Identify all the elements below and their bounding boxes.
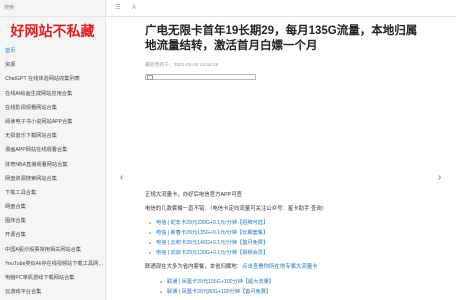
unicom-item-1[interactable]: 联通 | 凤凰卡29元155G+100分钟【超大流量】 xyxy=(160,279,274,286)
sidebar-item-video[interactable]: 在线影视观看网站合集 xyxy=(0,101,105,115)
sidebar-item-netdisk[interactable]: 网盘合集 xyxy=(0,200,105,214)
telecom-item-3[interactable]: 电信 | 云积卡29元140G+0.1元/分钟【首月免费】 xyxy=(149,240,268,247)
article-meta: 最后更新于：2023-02-04 16:55:49 xyxy=(145,63,219,68)
telecom-item-1[interactable]: 电信 | 蛇年卡29元230G+0.1元/分钟【招牌可选】 xyxy=(149,220,268,227)
sidebar-item-comics[interactable]: 漫画APP网站在线观看合集 xyxy=(0,143,105,157)
sidebar-item-resources[interactable]: 资源 xyxy=(0,58,105,72)
paragraph-3-text: 联通现在大多为省内套餐，本省归属地： xyxy=(145,264,243,270)
paragraph-2: 电信的几款套餐一直不错：（电信卡定向流量可关注公众号：星卡助手 查询） xyxy=(145,206,328,212)
sidebar-item-image-hosting[interactable]: 图床合集 xyxy=(0,214,105,228)
prev-arrow-icon[interactable]: ‹ xyxy=(120,172,123,183)
site-logo[interactable]: 好网站不私藏 xyxy=(0,24,105,38)
article: 广电无限卡首年19长期29，每月135G流量，本地归属地流量结转，激活首月白嫖一… xyxy=(145,24,425,80)
sidebar-item-ai-drawing[interactable]: 在线AI绘画生成网站应用合集 xyxy=(0,87,105,101)
font-size-icon[interactable]: A xyxy=(132,0,136,16)
broken-image-icon xyxy=(147,75,153,80)
sidebar-item-home[interactable]: 首页 xyxy=(0,44,105,58)
sidebar-item-chatgpt[interactable]: ChatGPT 在线体验网站收集列表 xyxy=(0,72,105,86)
sidebar-item-pc-games[interactable]: 电脑PC单机游戏下载网站合集 xyxy=(0,271,105,285)
paragraph-1: 正规大流量卡，办好后电信官方APP可查 xyxy=(145,192,243,198)
sidebar-item-youtube[interactable]: YouTube类似4k存在线视频站下载工具网… xyxy=(0,257,105,271)
local-card-link[interactable]: 点击查看你所在地专属大流量卡 xyxy=(242,264,317,270)
search-input[interactable]: 搜索 xyxy=(0,0,105,17)
sidebar: 搜索 好网站不私藏 首页 资源 ChatGPT 在线体验网站收集列表 在线AI绘… xyxy=(0,0,106,300)
telecom-item-4[interactable]: 电信 | 云启卡29元130G+0.1元/分钟【视频会员】 xyxy=(149,250,268,257)
paragraph-3: 联通现在大多为省内套餐，本省归属地：点击查看你所在地专属大流量卡 xyxy=(145,264,318,271)
sidebar-item-sports[interactable]: 体育NBA直播观看网站合集 xyxy=(0,158,105,172)
top-bar: ☰ A xyxy=(106,0,456,17)
sidebar-item-open-source[interactable]: 开源合集 xyxy=(0,228,105,242)
next-arrow-icon[interactable]: › xyxy=(438,172,441,183)
unicom-item-2[interactable]: 联通 | 凤凰卡29元80G+100分钟【首月免费】 xyxy=(160,289,271,296)
sidebar-item-netdisk-search[interactable]: 网盘资源搜索网站合集 xyxy=(0,172,105,186)
broken-image xyxy=(145,74,256,80)
sidebar-item-download-tools[interactable]: 下载工具合集 xyxy=(0,186,105,200)
telecom-item-2[interactable]: 电信 | 新春卡29元135G+0.1元/分钟【长期套餐】 xyxy=(149,230,268,237)
article-title: 广电无限卡首年19长期29，每月135G流量，本地归属地流量结转，激活首月白嫖一… xyxy=(145,25,418,52)
sidebar-menu: 首页 资源 ChatGPT 在线体验网站收集列表 在线AI绘画生成网站应用合集 … xyxy=(0,44,105,299)
sidebar-item-music[interactable]: 无损音乐下载网站合集 xyxy=(0,129,105,143)
menu-icon[interactable]: ☰ xyxy=(115,0,120,16)
sidebar-item-cloud-games[interactable]: 云游戏平台合集 xyxy=(0,285,105,299)
sidebar-item-stocks[interactable]: 中国A股炒股票常用相关网站合集 xyxy=(0,243,105,257)
sidebar-item-ebooks[interactable]: 阅读电子书小说网站APP合集 xyxy=(0,115,105,129)
